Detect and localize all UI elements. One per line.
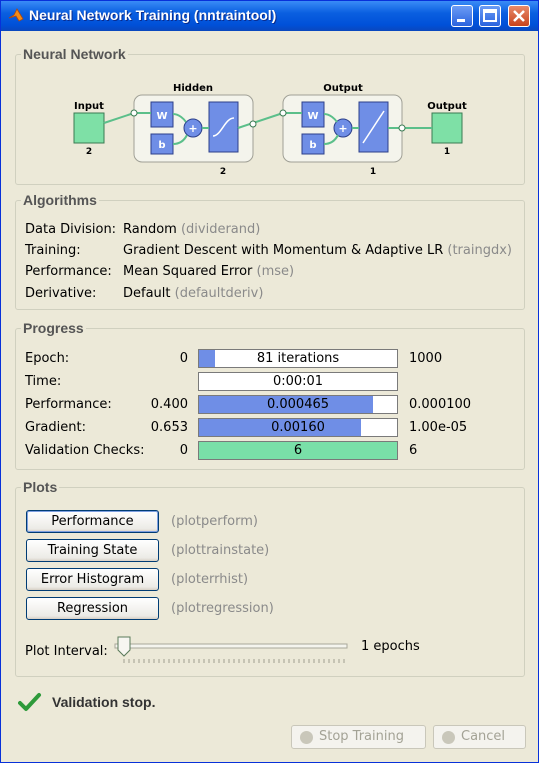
nntraintool-window: Neural Network Training (nntraintool) Ne… [0, 0, 539, 763]
output-weight-label: W [307, 111, 318, 122]
status-text: Validation stop. [52, 694, 156, 710]
training-state-plot-button[interactable]: Training State [26, 539, 159, 562]
progress-bar: 0.00160 [198, 418, 398, 437]
output-layer-label: Output [323, 83, 363, 94]
progress-bar: 81 iterations [198, 349, 398, 368]
progress-label: Validation Checks: [25, 443, 145, 458]
hidden-size: 2 [220, 167, 226, 177]
plot-fn: (plottrainstate) [171, 543, 270, 558]
cancel-label: Cancel [461, 729, 506, 744]
progress-start: 0 [179, 351, 188, 366]
algo-value: Gradient Descent with Momentum & Adaptiv… [123, 243, 512, 258]
plot-interval-slider[interactable] [111, 631, 356, 667]
cancel-icon [442, 731, 455, 744]
progress-start: 0.400 [150, 397, 188, 412]
network-diagram: Input 2 Hidden W b + 2 Output W b + 1 Ou… [73, 83, 467, 177]
cancel-button[interactable]: Cancel [433, 725, 526, 749]
plot-interval-label: Plot Interval: [25, 644, 108, 659]
input-box [73, 112, 105, 144]
output-size: 1 [444, 147, 450, 157]
progress-label: Time: [25, 374, 62, 389]
progress-text: 6 [293, 443, 303, 458]
plot-fn: (ploterrhist) [171, 572, 249, 587]
algo-label: Data Division: [25, 222, 117, 237]
hidden-bias-label: b [158, 140, 165, 151]
error-histogram-plot-button[interactable]: Error Histogram [26, 568, 159, 591]
input-label: Input [74, 101, 104, 112]
output-label: Output [427, 101, 467, 112]
progress-start: 0.653 [150, 420, 188, 435]
plot-fn: (plotperform) [171, 514, 258, 529]
plots-title: Plots [21, 479, 60, 495]
algorithms-title: Algorithms [21, 192, 99, 208]
algo-value: Mean Squared Error (mse) [123, 264, 295, 279]
progress-bar: 0.000465 [198, 395, 398, 414]
output-bias-label: b [309, 140, 316, 151]
plot-fn: (plotregression) [171, 601, 274, 616]
hidden-weight-label: W [156, 111, 167, 122]
output-layer-size: 1 [370, 167, 376, 177]
progress-bar: 0:00:01 [198, 372, 398, 391]
input-size: 2 [86, 147, 92, 157]
progress-text: 81 iterations [256, 351, 340, 366]
progress-text: 0.00160 [271, 420, 325, 435]
algo-label: Derivative: [25, 286, 97, 301]
output-box [431, 112, 463, 144]
progress-end: 1000 [409, 351, 443, 366]
algo-value: Random (dividerand) [123, 222, 261, 237]
progress-label: Epoch: [25, 351, 70, 366]
stop-training-label: Stop Training [319, 729, 404, 744]
progress-end: 0.000100 [409, 397, 472, 412]
progress-title: Progress [21, 320, 86, 336]
slider-thumb [117, 636, 131, 657]
stop-icon [300, 731, 313, 744]
progress-bar: 6 [198, 441, 398, 460]
progress-end: 1.00e-05 [409, 420, 468, 435]
slider-ticks [123, 659, 345, 663]
progress-label: Performance: [25, 397, 112, 412]
stop-training-button[interactable]: Stop Training [291, 725, 426, 749]
checkmark-icon [18, 693, 41, 711]
algo-label: Training: [25, 243, 81, 258]
progress-label: Gradient: [25, 420, 86, 435]
plot-interval-value: 1 epochs [361, 639, 420, 654]
progress-text: 0.000465 [266, 397, 330, 412]
algo-value: Default (defaultderiv) [123, 286, 264, 301]
progress-end: 6 [409, 443, 418, 458]
progress-text: 0:00:01 [272, 374, 324, 389]
regression-plot-button[interactable]: Regression [26, 597, 159, 620]
algo-label: Performance: [25, 264, 112, 279]
output-sum-label: + [338, 122, 347, 135]
progress-start: 0 [179, 443, 188, 458]
hidden-label: Hidden [173, 83, 213, 94]
performance-plot-button[interactable]: Performance [26, 510, 159, 533]
hidden-sum-label: + [188, 122, 197, 135]
